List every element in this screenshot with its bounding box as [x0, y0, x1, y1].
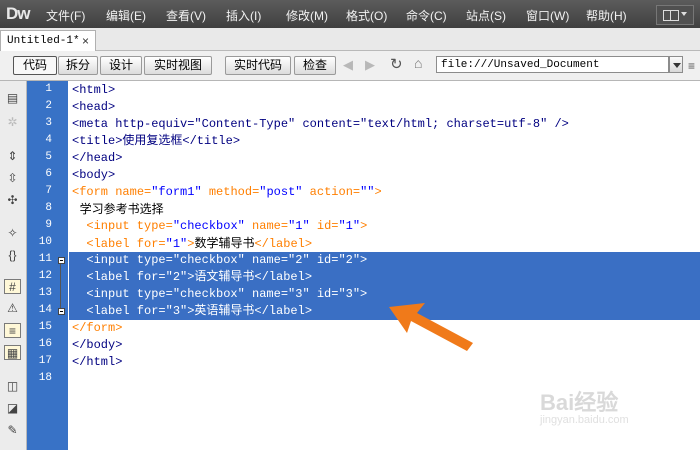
- menu-edit[interactable]: 编辑(E): [106, 7, 146, 24]
- line-number: 3: [45, 117, 52, 129]
- line-number: 7: [45, 185, 52, 197]
- address-dropdown-button[interactable]: [669, 56, 683, 73]
- code-line-14: <label for="3">英语辅导书</label>: [72, 304, 313, 318]
- code-line-4: <title>使用复选框</title>: [72, 134, 241, 148]
- arrow-shape: [389, 303, 473, 351]
- code-line-11: <input type="checkbox" name="2" id="2">: [72, 253, 368, 267]
- layout-grid-icon: [663, 10, 679, 21]
- dreamweaver-logo: Dw: [6, 4, 30, 23]
- menu-format[interactable]: 格式(O): [346, 7, 387, 24]
- code-line-3: <meta http-equiv="Content-Type" content=…: [72, 117, 569, 131]
- code-line-2: <head>: [72, 100, 116, 114]
- document-toolbar: 代码 拆分 设计 实时视图 实时代码 检查 ◀ ▶ ↻ ⌂ file:///Un…: [0, 51, 700, 81]
- line-number: 10: [38, 236, 52, 248]
- menu-insert[interactable]: 插入(I): [226, 7, 261, 24]
- line-number: 14: [38, 304, 52, 316]
- code-line-8: 学习参考书选择: [72, 202, 164, 216]
- document-tab-bar: Untitled-1* ×: [0, 28, 700, 51]
- fold-bracket-line: [60, 264, 61, 310]
- menu-modify[interactable]: 修改(M): [286, 7, 328, 24]
- line-number: 5: [45, 151, 52, 163]
- menu-help[interactable]: 帮助(H): [586, 7, 627, 24]
- line-number: 9: [45, 219, 52, 231]
- menu-bar: Dw 文件(F) 编辑(E) 查看(V) 插入(I) 修改(M) 格式(O) 命…: [0, 0, 700, 28]
- line-number: 2: [45, 100, 52, 112]
- code-line-5: </head>: [72, 151, 123, 165]
- line-number: 12: [38, 270, 52, 282]
- line-number: 13: [38, 287, 52, 299]
- refresh-icon[interactable]: ↻: [390, 55, 403, 73]
- menu-site[interactable]: 站点(S): [466, 7, 506, 24]
- chevron-down-icon: [681, 12, 687, 16]
- document-tab-title: Untitled-1*: [7, 35, 80, 47]
- options-menu-icon[interactable]: ≡: [688, 59, 695, 73]
- code-line-15: </form>: [72, 321, 123, 335]
- line-number: 17: [38, 355, 52, 367]
- menu-file[interactable]: 文件(F): [46, 7, 85, 24]
- code-line-13: <input type="checkbox" name="3" id="3">: [72, 287, 368, 301]
- code-line-12: <label for="2">语文辅导书</label>: [72, 270, 313, 284]
- live-code-button[interactable]: 实时代码: [225, 56, 291, 75]
- layout-switcher-button[interactable]: [656, 5, 694, 25]
- menu-commands[interactable]: 命令(C): [406, 7, 447, 24]
- menu-window[interactable]: 窗口(W): [526, 7, 569, 24]
- code-line-7: <form name="form1" method="post" action=…: [72, 185, 382, 199]
- code-line-1: <html>: [72, 83, 116, 97]
- document-tab[interactable]: Untitled-1* ×: [0, 30, 96, 51]
- split-view-button[interactable]: 拆分: [58, 56, 98, 75]
- code-line-6: <body>: [72, 168, 116, 182]
- back-arrow-icon[interactable]: ◀: [343, 57, 353, 73]
- address-field[interactable]: file:///Unsaved_Document: [436, 56, 669, 73]
- menu-view[interactable]: 查看(V): [166, 7, 206, 24]
- code-line-10: <label for="1">数学辅导书</label>: [72, 236, 313, 251]
- home-icon[interactable]: ⌂: [414, 55, 422, 71]
- wrap-tag-icon[interactable]: ✎: [4, 423, 21, 438]
- inspect-button[interactable]: 检查: [294, 56, 336, 75]
- line-number: 4: [45, 134, 52, 146]
- watermark-url: jingyan.baidu.com: [540, 414, 629, 426]
- close-icon[interactable]: ×: [82, 34, 89, 48]
- live-view-button[interactable]: 实时视图: [144, 56, 212, 75]
- line-number: 18: [38, 372, 52, 384]
- code-view-button[interactable]: 代码: [13, 56, 57, 75]
- line-number: 15: [38, 321, 52, 333]
- design-view-button[interactable]: 设计: [100, 56, 142, 75]
- fold-collapse-icon[interactable]: [58, 308, 65, 315]
- line-number: 6: [45, 168, 52, 180]
- code-line-16: </body>: [72, 338, 123, 352]
- line-number: 11: [38, 253, 52, 265]
- watermark-logo: Bai经验: [540, 390, 619, 415]
- annotation-arrow: [389, 303, 473, 351]
- line-number: 16: [38, 338, 52, 350]
- line-number-gutter: 1 2 3 4 5 6 7 8 9 10 11 12 13 14 15 16 1…: [27, 81, 68, 450]
- code-line-9: <input type="checkbox" name="1" id="1">: [72, 219, 368, 233]
- code-line-17: </html>: [72, 355, 123, 369]
- line-number: 1: [45, 83, 52, 95]
- fold-collapse-icon[interactable]: [58, 257, 65, 264]
- forward-arrow-icon[interactable]: ▶: [365, 57, 375, 73]
- line-number: 8: [45, 202, 52, 214]
- remove-comment-icon[interactable]: ◪: [4, 401, 21, 416]
